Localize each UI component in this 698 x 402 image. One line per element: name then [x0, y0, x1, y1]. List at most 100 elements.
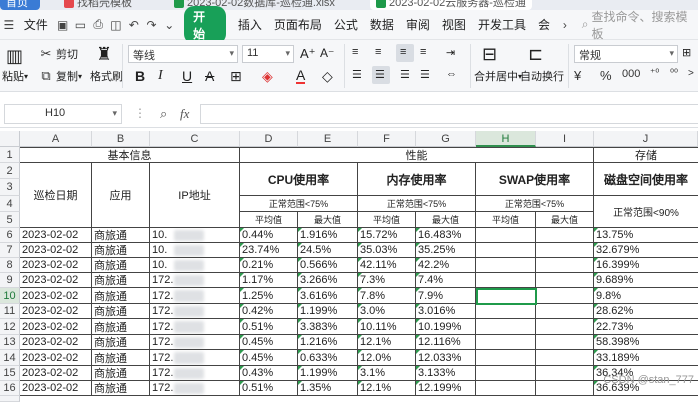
- cell-cpu-max[interactable]: 1.199%: [298, 366, 358, 381]
- font-name-select[interactable]: 等线 ▾: [128, 45, 238, 63]
- wrap-text-button[interactable]: 自动换行: [520, 68, 564, 84]
- clear-format-icon[interactable]: ◇: [322, 68, 333, 85]
- cell-swap-avg[interactable]: [476, 381, 536, 396]
- cell-cpu-avg[interactable]: 0.51%: [240, 381, 298, 396]
- cell-mem-avg[interactable]: 3.1%: [358, 366, 416, 381]
- cell-date[interactable]: 2023-02-02: [20, 304, 92, 319]
- bold-button[interactable]: B: [135, 68, 145, 84]
- cell-ip[interactable]: 172.: [150, 304, 240, 319]
- cell-date[interactable]: 2023-02-02: [20, 350, 92, 366]
- cell-cpu-avg[interactable]: 0.45%: [240, 350, 298, 366]
- cell-swap-max[interactable]: [536, 258, 594, 273]
- row-header-1[interactable]: 1: [0, 147, 20, 163]
- cell-swap-avg[interactable]: [476, 335, 536, 350]
- row-header-16[interactable]: 16: [0, 381, 20, 396]
- cell-date[interactable]: 2023-02-02: [20, 273, 92, 288]
- cell-app[interactable]: 商旅通: [92, 366, 150, 381]
- font-size-select[interactable]: 11 ▾: [242, 45, 294, 63]
- column-header-e[interactable]: E: [298, 131, 358, 147]
- cell-swap-max[interactable]: [536, 335, 594, 350]
- cell-ip[interactable]: 10.: [150, 258, 240, 273]
- cell-cpu-max[interactable]: 1.916%: [298, 228, 358, 243]
- mem-max-header[interactable]: 最大值: [416, 212, 476, 228]
- row-header-6[interactable]: 6: [0, 228, 20, 243]
- cell-ip[interactable]: 172.: [150, 288, 240, 304]
- cell-swap-avg[interactable]: [476, 258, 536, 273]
- swap-normal-range[interactable]: 正常范围<75%: [476, 196, 594, 212]
- row-header-7[interactable]: 7: [0, 243, 20, 258]
- menu-member[interactable]: 会: [532, 16, 556, 33]
- cell-mem-avg[interactable]: 12.1%: [358, 335, 416, 350]
- cell-ip[interactable]: 172.: [150, 350, 240, 366]
- ribbon-more-icon[interactable]: ⊞: [682, 46, 691, 59]
- menu-data[interactable]: 数据: [364, 16, 400, 33]
- column-header-b[interactable]: B: [92, 131, 150, 147]
- row-header-2[interactable]: 2: [0, 163, 20, 179]
- menu-review[interactable]: 审阅: [400, 16, 436, 33]
- chevron-right-icon[interactable]: ›: [556, 16, 574, 34]
- cell-app[interactable]: 商旅通: [92, 288, 150, 304]
- align-left-top-icon[interactable]: ≡: [420, 46, 426, 58]
- cell-cpu-max[interactable]: 3.266%: [298, 273, 358, 288]
- command-search[interactable]: ⌕ 查找命令、搜索模板: [582, 8, 698, 42]
- cell-cpu-max[interactable]: 0.633%: [298, 350, 358, 366]
- chevron-down-icon[interactable]: ⌄: [160, 16, 178, 34]
- redo-icon[interactable]: ↷: [143, 16, 161, 34]
- cell-swap-avg[interactable]: [476, 366, 536, 381]
- cell-cpu-max[interactable]: 1.216%: [298, 335, 358, 350]
- align-middle-icon[interactable]: ≡: [375, 46, 381, 58]
- cell-cpu-avg[interactable]: 0.21%: [240, 258, 298, 273]
- cell-disk[interactable]: 58.398%: [594, 335, 698, 350]
- paste-button[interactable]: 粘贴 ▾: [2, 68, 28, 84]
- align-top-icon[interactable]: ≡: [352, 46, 358, 58]
- cell-disk[interactable]: 16.399%: [594, 258, 698, 273]
- cell-disk[interactable]: 22.73%: [594, 319, 698, 335]
- cell-swap-avg[interactable]: [476, 228, 536, 243]
- menu-start[interactable]: 开始: [184, 5, 226, 44]
- cell-cpu-avg[interactable]: 23.74%: [240, 243, 298, 258]
- cell-mem-max[interactable]: 35.25%: [416, 243, 476, 258]
- cell-date[interactable]: 2023-02-02: [20, 335, 92, 350]
- decrease-font-icon[interactable]: A⁻: [320, 46, 334, 60]
- column-header-g[interactable]: G: [416, 131, 476, 147]
- cell-app[interactable]: 商旅通: [92, 350, 150, 366]
- column-header-a[interactable]: A: [20, 131, 92, 147]
- header-basic-info[interactable]: 基本信息: [20, 147, 240, 163]
- cell-swap-max[interactable]: [536, 304, 594, 319]
- align-left-icon[interactable]: ☰: [352, 68, 362, 81]
- paste-icon[interactable]: ▥: [6, 46, 23, 67]
- format-painter-button[interactable]: 格式刷: [90, 68, 123, 84]
- folder-icon[interactable]: ▭: [72, 16, 90, 34]
- cell-app[interactable]: 商旅通: [92, 335, 150, 350]
- cell-mem-avg[interactable]: 15.72%: [358, 228, 416, 243]
- cell-mem-avg[interactable]: 42.11%: [358, 258, 416, 273]
- header-storage[interactable]: 存储: [594, 147, 698, 163]
- strikethrough-button[interactable]: A: [205, 68, 214, 84]
- row-header-12[interactable]: 12: [0, 319, 20, 335]
- decrease-decimal-icon[interactable]: ⁰⁰: [670, 68, 678, 79]
- tab-home[interactable]: 首页: [0, 0, 40, 10]
- cell-cpu-avg[interactable]: 1.25%: [240, 288, 298, 304]
- row-header-10[interactable]: 10: [0, 288, 20, 304]
- cell-mem-max[interactable]: 12.033%: [416, 350, 476, 366]
- cell-mem-max[interactable]: 7.9%: [416, 288, 476, 304]
- ribbon-more-arrow[interactable]: >: [688, 68, 694, 79]
- number-format-select[interactable]: 常规 ▾: [574, 45, 678, 63]
- cell-swap-max[interactable]: [536, 243, 594, 258]
- cpu-avg-header[interactable]: 平均值: [240, 212, 298, 228]
- cell-ip[interactable]: 10.: [150, 243, 240, 258]
- font-color-icon[interactable]: A: [296, 68, 306, 84]
- cell-mem-avg[interactable]: 7.8%: [358, 288, 416, 304]
- cell-cpu-avg[interactable]: 0.43%: [240, 366, 298, 381]
- disk-normal-range[interactable]: 正常范围<90%: [594, 196, 698, 228]
- currency-icon[interactable]: ¥: [574, 68, 581, 83]
- swap-max-header[interactable]: 最大值: [536, 212, 594, 228]
- cell-mem-max[interactable]: 3.133%: [416, 366, 476, 381]
- column-header-h[interactable]: H: [476, 131, 536, 147]
- cell-app[interactable]: 商旅通: [92, 381, 150, 396]
- cell-ip[interactable]: 172.: [150, 273, 240, 288]
- zoom-search-icon[interactable]: ⌕: [160, 106, 167, 122]
- format-painter-icon[interactable]: ♜: [96, 44, 112, 65]
- formula-input[interactable]: [200, 104, 698, 124]
- cell-disk[interactable]: 32.679%: [594, 243, 698, 258]
